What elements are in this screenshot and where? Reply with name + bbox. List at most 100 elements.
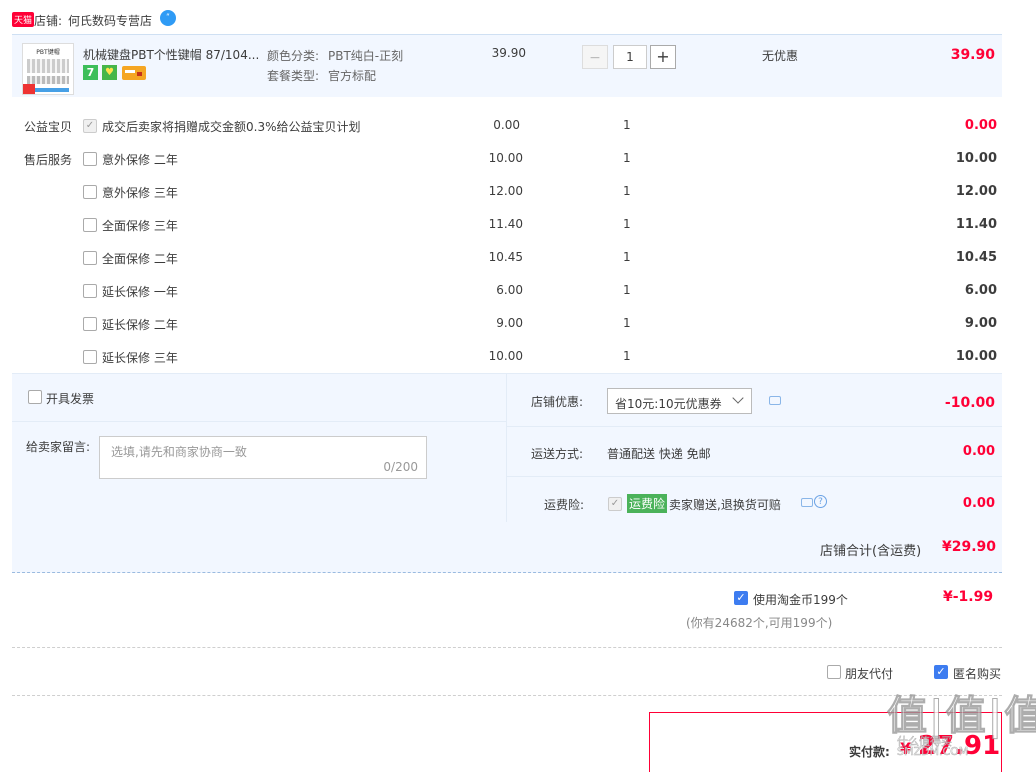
shipping-value: 普通配送 快递 免邮	[607, 447, 711, 461]
service-price: 10.00	[488, 151, 523, 165]
product-total: 39.90	[950, 47, 995, 63]
shop-total-value: ¥29.90	[942, 539, 997, 555]
coupon-selected: 省10元:10元优惠券	[615, 397, 722, 411]
service-qty: 1	[623, 151, 631, 165]
charity-text: 成交后卖家将捐赠成交金额0.3%给公益宝贝计划	[102, 120, 361, 134]
service-total: 10.00	[955, 349, 997, 364]
badge-seven-day: 7	[83, 65, 98, 80]
message-counter: 0/200	[383, 460, 418, 474]
shipping-label: 运送方式:	[531, 447, 584, 461]
service-total: 10.00	[955, 151, 997, 166]
sku2-value: 官方标配	[328, 69, 377, 83]
service-qty: 1	[623, 250, 631, 264]
service-checkbox[interactable]	[83, 284, 97, 298]
service-row: 意外保修 三年 12.00 1 12.00	[12, 176, 1002, 206]
badge-credit-card-icon	[122, 66, 146, 80]
tmall-badge: 天猫	[12, 12, 35, 27]
service-price: 10.00	[488, 349, 523, 363]
message-label: 给卖家留言:	[26, 440, 91, 454]
insurance-tag: 运费险	[627, 494, 668, 513]
service-price: 9.00	[496, 316, 523, 330]
friend-pay-label: 朋友代付	[845, 667, 894, 681]
service-checkbox[interactable]	[83, 317, 97, 331]
shipping-amount: 0.00	[962, 444, 995, 459]
charity-label: 公益宝贝	[24, 120, 73, 134]
coins-row: ✓ 使用淘金币199个 (你有24682个,可用199个) ¥-1.99	[12, 580, 1002, 640]
service-qty: 1	[623, 184, 631, 198]
chevron-down-icon	[732, 392, 744, 404]
right-pane: 店铺优惠: 省10元:10元优惠券 -10.00 运送方式: 普通配送 快递 免…	[507, 374, 1002, 522]
message-textarea[interactable]: 选填,请先和商家协商一致 0/200	[99, 436, 427, 479]
qty-input[interactable]: 1	[613, 45, 647, 69]
pay-label: 实付款:	[849, 745, 890, 759]
service-qty: 1	[623, 283, 631, 297]
service-row: 延长保修 三年 10.00 1 10.00	[12, 341, 1002, 371]
shop-total-label: 店铺合计(含运费)	[820, 544, 922, 559]
service-checkbox[interactable]	[83, 251, 97, 265]
insurance-checkbox: ✓	[608, 497, 622, 511]
message-placeholder: 选填,请先和商家协商一致	[111, 445, 247, 459]
service-row: 延长保修 二年 9.00 1 9.00	[12, 308, 1002, 338]
options-row: 朋友代付 ✓ 匿名购买	[12, 658, 1002, 688]
coins-label: 使用淘金币199个	[753, 593, 848, 607]
coupon-label: 店铺优惠:	[531, 395, 584, 409]
pay-amount: 27.91	[918, 731, 1001, 761]
insurance-label: 运费险:	[544, 498, 585, 512]
service-name: 延长保修 一年	[102, 285, 178, 299]
service-name: 全面保修 三年	[102, 219, 178, 233]
product-row: PBT键帽 机械键盘PBT个性键帽 87/104... 7 ♥ 颜色分类: PB…	[12, 34, 1002, 97]
sku1-label: 颜色分类:	[267, 49, 320, 63]
pay-box: 实付款: ¥ 27.91	[649, 712, 1002, 772]
unit-price: 39.90	[491, 46, 526, 60]
service-name: 全面保修 二年	[102, 252, 178, 266]
sku2-label: 套餐类型:	[267, 69, 320, 83]
service-row: 意外保修 二年 10.00 1 10.00	[12, 143, 1002, 173]
service-total: 12.00	[955, 184, 997, 199]
invoice-coupon-block: 开具发票 给卖家留言: 选填,请先和商家协商一致 0/200 店铺优惠: 省10…	[12, 373, 1002, 522]
pay-currency: ¥	[900, 739, 912, 758]
coins-value: ¥-1.99	[943, 589, 994, 605]
shop-label: 店铺:	[34, 14, 63, 28]
chat-bubble-icon[interactable]	[769, 396, 781, 405]
service-qty: 1	[623, 316, 631, 330]
service-qty: 1	[623, 349, 631, 363]
service-name: 意外保修 二年	[102, 153, 178, 167]
service-qty: 1	[623, 217, 631, 231]
charity-total: 0.00	[964, 118, 997, 133]
coins-note: (你有24682个,可用199个)	[686, 616, 833, 630]
chat-bubble-icon[interactable]	[801, 498, 813, 507]
qty-minus-button[interactable]: −	[582, 45, 608, 69]
wangwang-icon[interactable]: ʺ	[160, 10, 176, 26]
service-name: 延长保修 三年	[102, 351, 178, 365]
service-name: 意外保修 三年	[102, 186, 178, 200]
service-checkbox[interactable]	[83, 218, 97, 232]
service-checkbox[interactable]	[83, 185, 97, 199]
insurance-text: 卖家赠送,退换货可赔	[669, 498, 781, 512]
coupon-amount: -10.00	[944, 395, 995, 411]
shop-name[interactable]: 何氏数码专营店	[68, 12, 152, 29]
shop-total-row: 店铺合计(含运费) ¥29.90	[12, 522, 1002, 573]
product-thumbnail[interactable]: PBT键帽	[22, 43, 74, 95]
anonymous-checkbox[interactable]: ✓	[934, 665, 948, 679]
coins-checkbox[interactable]: ✓	[734, 591, 748, 605]
service-price: 6.00	[496, 283, 523, 297]
left-pane: 开具发票 给卖家留言: 选填,请先和商家协商一致 0/200	[12, 374, 507, 522]
service-total: 9.00	[964, 316, 997, 331]
invoice-checkbox[interactable]	[28, 390, 42, 404]
coupon-select[interactable]: 省10元:10元优惠券	[607, 388, 752, 414]
help-icon[interactable]: ?	[814, 495, 827, 508]
service-row: 全面保修 二年 10.45 1 10.45	[12, 242, 1002, 272]
anonymous-label: 匿名购买	[953, 667, 1002, 681]
product-title-link[interactable]: 机械键盘PBT个性键帽 87/104...	[83, 46, 259, 63]
service-total: 10.45	[955, 250, 997, 265]
service-price: 11.40	[488, 217, 523, 231]
qty-plus-button[interactable]: +	[650, 45, 676, 69]
service-checkbox[interactable]	[83, 152, 97, 166]
thumb-text: PBT键帽	[36, 49, 60, 56]
invoice-label: 开具发票	[46, 392, 95, 406]
badge-guarantee-icon: ♥	[102, 65, 117, 80]
friend-pay-checkbox[interactable]	[827, 665, 841, 679]
service-checkbox[interactable]	[83, 350, 97, 364]
service-total: 11.40	[955, 217, 997, 232]
service-row: 全面保修 三年 11.40 1 11.40	[12, 209, 1002, 239]
